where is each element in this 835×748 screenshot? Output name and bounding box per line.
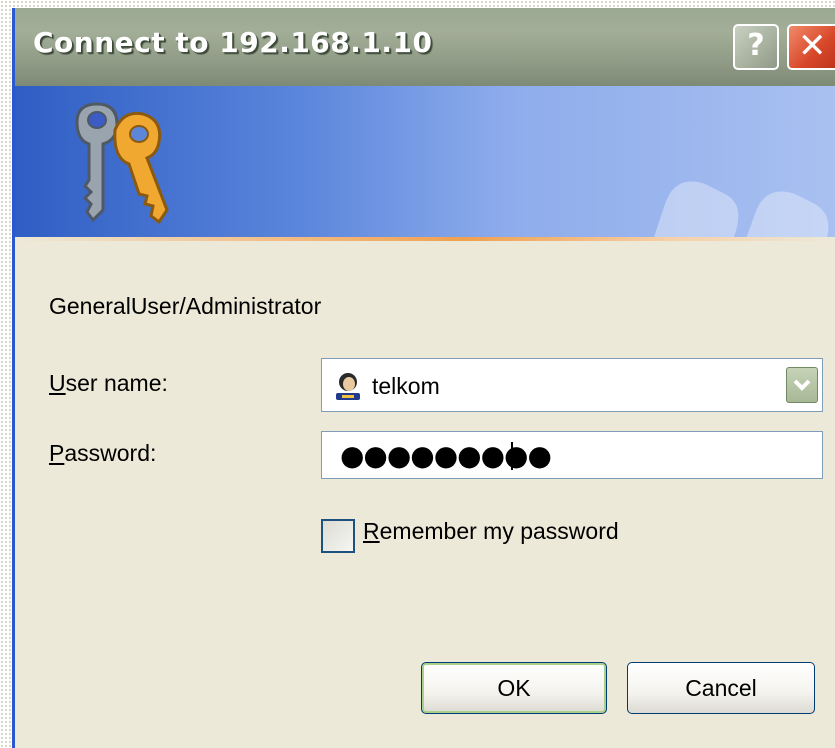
keys-icon (75, 102, 169, 225)
username-value[interactable]: telkom (372, 373, 440, 400)
close-button[interactable]: ✕ (787, 24, 835, 70)
dialog-title: Connect to 192.168.1.10 (33, 26, 433, 59)
chevron-down-icon (793, 379, 811, 391)
user-icon (336, 373, 360, 400)
help-button[interactable]: ? (733, 24, 779, 70)
remember-password-checkbox[interactable] (321, 519, 355, 553)
desktop-background (0, 0, 835, 8)
realm-text: GeneralUser/Administrator (49, 293, 322, 319)
ok-button[interactable]: OK (421, 662, 607, 714)
title-bar[interactable]: Connect to 192.168.1.10 ? ✕ (15, 8, 835, 86)
password-label: Password: (49, 440, 157, 466)
password-field[interactable]: ●●●●●●●●● (321, 431, 823, 479)
desktop-background-left (0, 0, 12, 748)
text-caret (511, 442, 513, 470)
password-value: ●●●●●●●●● (340, 439, 552, 472)
keys-watermark-icon (652, 181, 829, 241)
login-dialog: Connect to 192.168.1.10 ? ✕ GeneralUser/… (12, 8, 835, 748)
cancel-button[interactable]: Cancel (627, 662, 815, 714)
username-label: User name: (49, 370, 168, 396)
username-dropdown-button[interactable] (786, 367, 818, 403)
username-combobox[interactable]: telkom (321, 358, 823, 412)
banner-divider (15, 237, 835, 241)
remember-password-label[interactable]: Remember my password (363, 518, 619, 545)
